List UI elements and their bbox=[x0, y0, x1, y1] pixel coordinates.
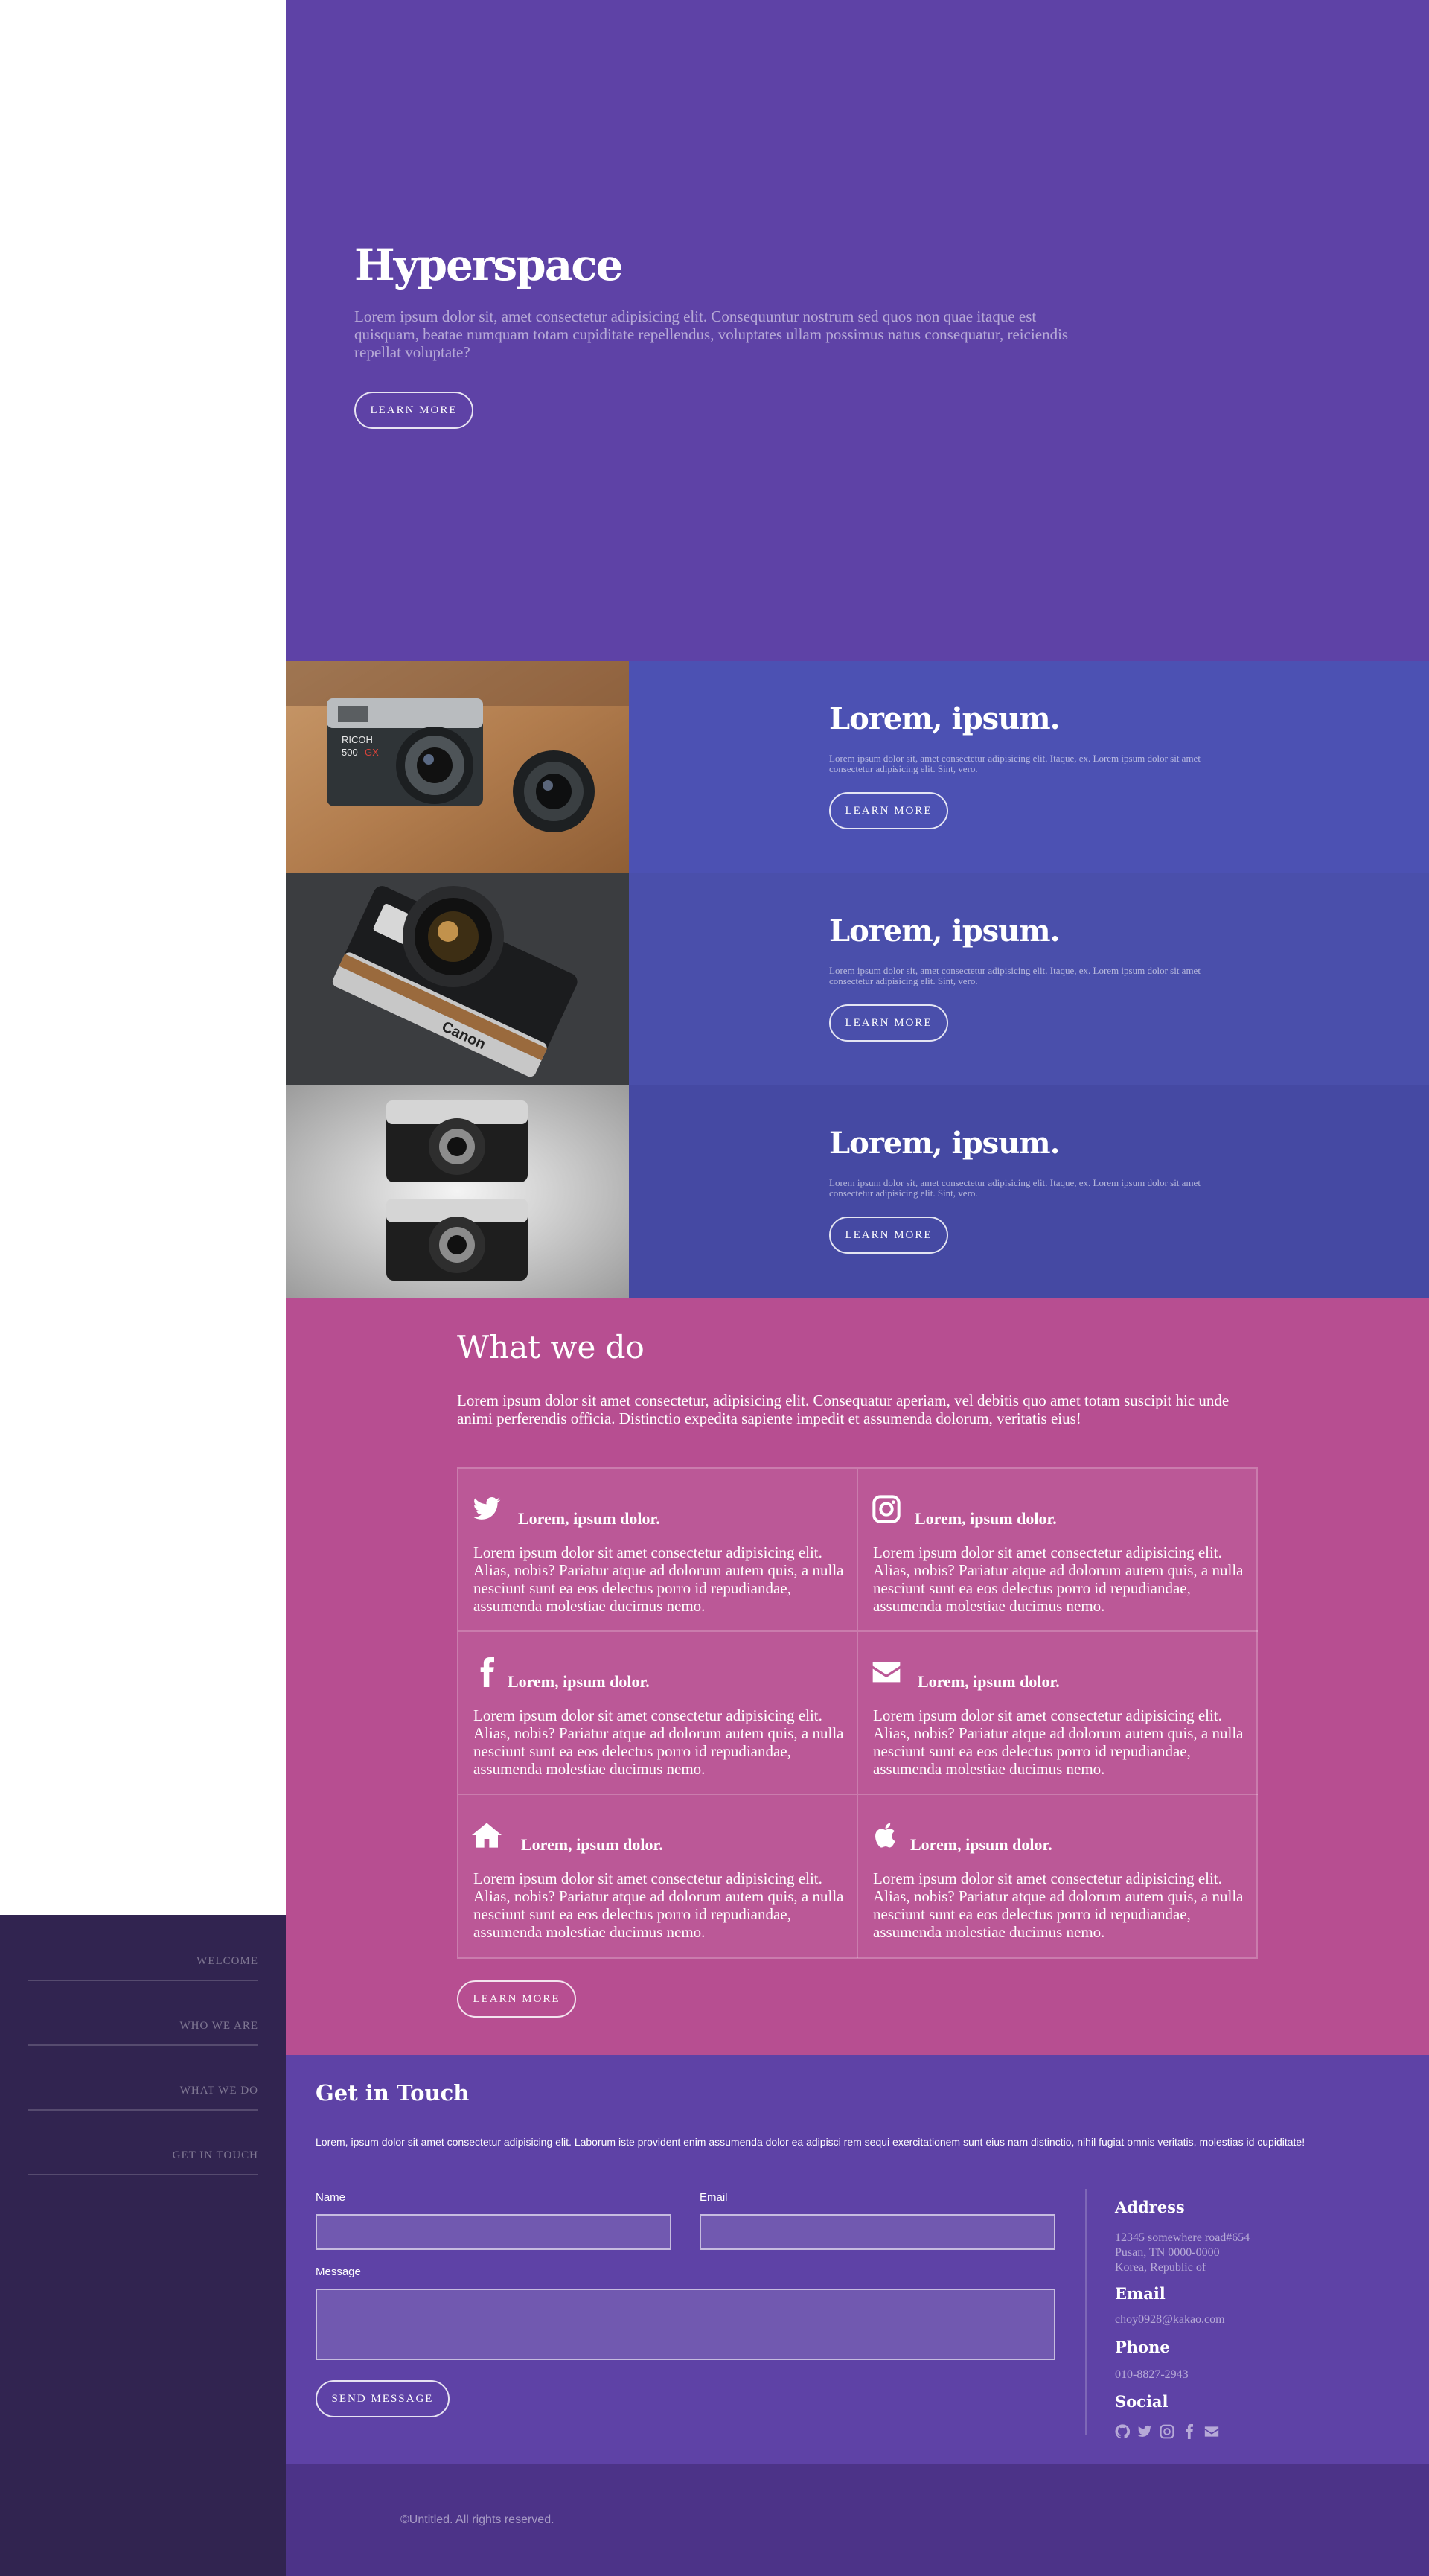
feature-item: Lorem, ipsum dolor. Lorem ipsum dolor si… bbox=[858, 1469, 1258, 1632]
apple-icon bbox=[872, 1820, 901, 1850]
message-label: Message bbox=[316, 2266, 361, 2278]
instagram-icon bbox=[872, 1494, 901, 1524]
feature-title: Lorem, ipsum dolor. bbox=[918, 1672, 1060, 1691]
address-line: Korea, Republic of bbox=[1115, 2261, 1206, 2274]
feature-title: Lorem, ipsum dolor. bbox=[910, 1835, 1052, 1854]
spotlight-image-ricoh-camera: RICOH 500 GX bbox=[286, 661, 629, 873]
section-title: What we do bbox=[457, 1329, 645, 1365]
social-links bbox=[1115, 2424, 1219, 2439]
feature-text: Lorem ipsum dolor sit amet consectetur a… bbox=[473, 1543, 844, 1615]
twitter-icon[interactable] bbox=[1137, 2424, 1152, 2439]
footer: ©Untitled. All rights reserved. bbox=[286, 2464, 1429, 2576]
svg-text:RICOH: RICOH bbox=[342, 734, 373, 745]
sidebar-item-who-we-are[interactable]: WHO WE ARE bbox=[28, 1981, 258, 2046]
feature-text: Lorem ipsum dolor sit amet consectetur a… bbox=[873, 1543, 1244, 1615]
sidebar-item-label: WHAT WE DO bbox=[179, 2085, 258, 2097]
spotlight-text: Lorem ipsum dolor sit, amet consectetur … bbox=[829, 753, 1201, 774]
spotlight-2: Canon Lorem, ipsum. Lorem ipsum dolor si… bbox=[286, 873, 1429, 1085]
feature-item: Lorem, ipsum dolor. Lorem ipsum dolor si… bbox=[458, 1795, 858, 1958]
spotlight-title: Lorem, ipsum. bbox=[829, 701, 1061, 736]
get-in-touch-section: Get in Touch Lorem, ipsum dolor sit amet… bbox=[286, 2055, 1429, 2464]
address-heading: Address bbox=[1115, 2198, 1185, 2216]
sidebar-item-label: WELCOME bbox=[196, 1955, 258, 1967]
section-title: Get in Touch bbox=[316, 2080, 470, 2105]
email-link[interactable]: choy0928@kakao.com bbox=[1115, 2312, 1225, 2327]
feature-text: Lorem ipsum dolor sit amet consectetur a… bbox=[473, 1869, 844, 1941]
address-line: Pusan, TN 0000-0000 bbox=[1115, 2246, 1220, 2259]
spotlight-image-vintage-cameras bbox=[286, 1085, 629, 1298]
address-line: 12345 somewhere road#654 bbox=[1115, 2231, 1250, 2244]
envelope-icon bbox=[872, 1657, 901, 1687]
sidebar-item-label: WHO WE ARE bbox=[179, 2020, 258, 2032]
sidebar-item-welcome[interactable]: WELCOME bbox=[28, 1916, 258, 1981]
feature-item: Lorem, ipsum dolor. Lorem ipsum dolor si… bbox=[858, 1795, 1258, 1958]
what-we-do-section: What we do Lorem ipsum dolor sit amet co… bbox=[286, 1298, 1429, 2055]
divider bbox=[1085, 2189, 1087, 2435]
intro-section: Hyperspace Lorem ipsum dolor sit, amet c… bbox=[286, 0, 1429, 661]
send-message-button[interactable]: SEND MESSAGE bbox=[316, 2380, 450, 2417]
section-intro: Lorem ipsum dolor sit amet consectetur, … bbox=[457, 1391, 1230, 1427]
phone-heading: Phone bbox=[1115, 2338, 1170, 2356]
email-field[interactable] bbox=[700, 2214, 1055, 2250]
feature-title: Lorem, ipsum dolor. bbox=[518, 1509, 660, 1528]
svg-text:GX: GX bbox=[365, 747, 379, 758]
spotlight-learn-more-button[interactable]: LEARN MORE bbox=[829, 1004, 948, 1042]
facebook-icon[interactable] bbox=[1182, 2424, 1197, 2439]
spotlight-title: Lorem, ipsum. bbox=[829, 914, 1061, 949]
github-icon[interactable] bbox=[1115, 2424, 1131, 2439]
spotlight-image-canon-camera: Canon bbox=[286, 873, 629, 1085]
instagram-icon[interactable] bbox=[1160, 2424, 1174, 2439]
feature-grid: Lorem, ipsum dolor. Lorem ipsum dolor si… bbox=[457, 1467, 1258, 1959]
spotlight-1: RICOH 500 GX Lorem, ipsum. Lorem ipsum d… bbox=[286, 661, 1429, 873]
facebook-icon bbox=[472, 1657, 502, 1687]
feature-title: Lorem, ipsum dolor. bbox=[508, 1672, 650, 1691]
spotlight-learn-more-button[interactable]: LEARN MORE bbox=[829, 1217, 948, 1254]
sidebar-item-get-in-touch[interactable]: GET IN TOUCH bbox=[28, 2111, 258, 2175]
copyright-text: ©Untitled. All rights reserved. bbox=[400, 2513, 554, 2526]
phone-value: 010-8827-2943 bbox=[1115, 2368, 1189, 2381]
feature-title: Lorem, ipsum dolor. bbox=[915, 1509, 1057, 1528]
email-label: Email bbox=[700, 2191, 728, 2204]
feature-item: Lorem, ipsum dolor. Lorem ipsum dolor si… bbox=[458, 1632, 858, 1795]
name-field[interactable] bbox=[316, 2214, 671, 2250]
feature-item: Lorem, ipsum dolor. Lorem ipsum dolor si… bbox=[458, 1469, 858, 1632]
feature-item: Lorem, ipsum dolor. Lorem ipsum dolor si… bbox=[858, 1632, 1258, 1795]
what-learn-more-button[interactable]: LEARN MORE bbox=[457, 1980, 576, 2018]
feature-title: Lorem, ipsum dolor. bbox=[521, 1835, 663, 1854]
hero-learn-more-button[interactable]: LEARN MORE bbox=[354, 392, 473, 429]
spotlight-text: Lorem ipsum dolor sit, amet consectetur … bbox=[829, 1177, 1201, 1199]
sidebar-item-label: GET IN TOUCH bbox=[172, 2149, 258, 2161]
spotlight-text: Lorem ipsum dolor sit, amet consectetur … bbox=[829, 965, 1201, 986]
twitter-icon bbox=[472, 1494, 502, 1524]
spotlight-learn-more-button[interactable]: LEARN MORE bbox=[829, 792, 948, 829]
social-heading: Social bbox=[1115, 2392, 1169, 2411]
name-label: Name bbox=[316, 2191, 346, 2204]
feature-text: Lorem ipsum dolor sit amet consectetur a… bbox=[873, 1706, 1244, 1778]
sidebar-item-what-we-do[interactable]: WHAT WE DO bbox=[28, 2046, 258, 2111]
hero-title: Hyperspace bbox=[354, 240, 624, 290]
email-heading: Email bbox=[1115, 2284, 1166, 2303]
home-icon bbox=[472, 1820, 502, 1850]
sidebar: WELCOME WHO WE ARE WHAT WE DO GET IN TOU… bbox=[0, 1915, 286, 2576]
spotlight-title: Lorem, ipsum. bbox=[829, 1126, 1061, 1161]
svg-text:500: 500 bbox=[342, 747, 358, 758]
message-field[interactable] bbox=[316, 2289, 1055, 2360]
envelope-icon[interactable] bbox=[1204, 2424, 1219, 2439]
hero-text: Lorem ipsum dolor sit, amet consectetur … bbox=[354, 307, 1069, 361]
section-description: Lorem, ipsum dolor sit amet consectetur … bbox=[316, 2136, 1305, 2148]
feature-text: Lorem ipsum dolor sit amet consectetur a… bbox=[873, 1869, 1244, 1941]
spotlight-3: Lorem, ipsum. Lorem ipsum dolor sit, ame… bbox=[286, 1085, 1429, 1298]
feature-text: Lorem ipsum dolor sit amet consectetur a… bbox=[473, 1706, 844, 1778]
